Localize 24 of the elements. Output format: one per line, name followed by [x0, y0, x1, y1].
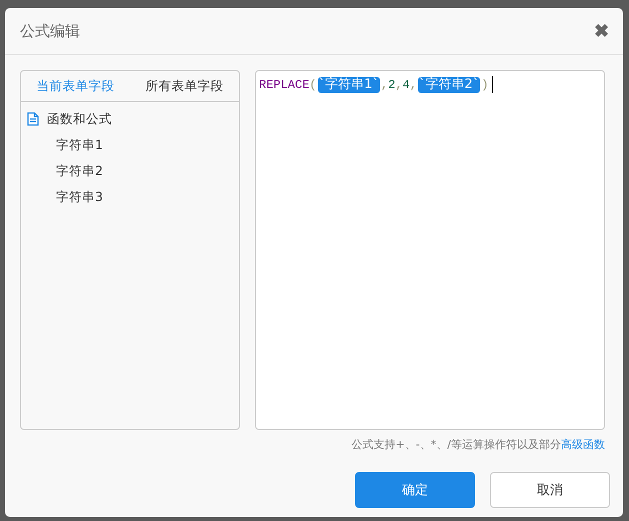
field-item[interactable]: 字符串2 — [56, 162, 103, 180]
text-cursor — [492, 76, 494, 93]
tree-group[interactable]: 函数和公式 — [47, 110, 112, 128]
number-argument: 4 — [402, 78, 410, 92]
field-token[interactable]: `字符串1` — [318, 76, 380, 92]
dialog-title: 公式编辑 — [20, 22, 80, 40]
advanced-functions-link[interactable]: 高级函数 — [561, 438, 605, 451]
field-tab[interactable]: 所有表单字段 — [146, 78, 224, 94]
cancel-button[interactable]: 取消 — [490, 472, 610, 508]
punctuation: , — [410, 78, 417, 92]
punctuation: ) — [481, 78, 488, 92]
punctuation: , — [380, 78, 388, 92]
punctuation: ( — [309, 78, 317, 92]
field-item[interactable]: 字符串3 — [56, 188, 103, 206]
formula-hint: 公式支持+、-、*、/等运算操作符以及部分高级函数 — [352, 437, 605, 452]
function-name: REPLACE — [259, 78, 310, 92]
confirm-button[interactable]: 确定 — [355, 472, 475, 508]
document-icon — [27, 112, 39, 126]
field-item[interactable]: 字符串1 — [56, 136, 103, 154]
field-token[interactable]: `字符串2` — [418, 76, 480, 92]
number-argument: 2 — [388, 78, 396, 92]
formula-editor[interactable]: REPLACE(`字符串1`,2,4,`字符串2`) — [255, 70, 605, 430]
punctuation: , — [395, 78, 403, 92]
close-button[interactable]: ✖ — [594, 20, 609, 42]
